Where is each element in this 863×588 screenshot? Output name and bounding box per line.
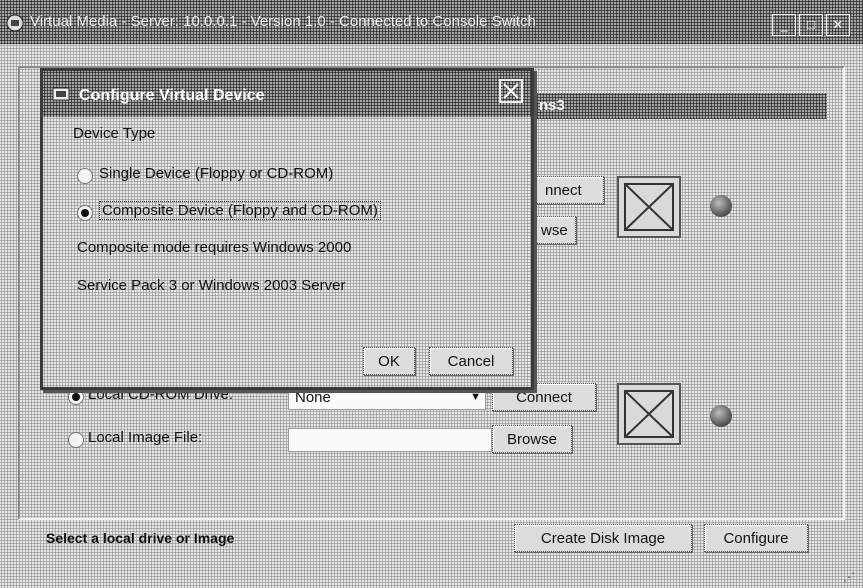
- main-titlebar[interactable]: Virtual Media - Server: 10.0.0.1 - Versi…: [0, 0, 863, 44]
- configure-virtual-device-dialog: Configure Virtual Device Device Type Sin…: [40, 68, 534, 390]
- bottom-led-icon: [710, 405, 732, 427]
- image-file-radio[interactable]: [68, 432, 84, 448]
- composite-device-label[interactable]: Composite Device (Floppy and CD-ROM): [99, 201, 381, 220]
- minimize-button[interactable]: _: [772, 14, 796, 36]
- cdrom-radio[interactable]: [68, 389, 84, 405]
- cdrom-selected-value: None: [295, 389, 331, 406]
- app-icon: [52, 87, 70, 101]
- composite-device-radio[interactable]: [77, 205, 93, 221]
- image-file-label: Local Image File:: [88, 429, 203, 446]
- create-disk-image-button[interactable]: Create Disk Image: [514, 524, 692, 552]
- ok-button[interactable]: OK: [363, 347, 415, 375]
- image-file-input[interactable]: [288, 428, 492, 452]
- panel-header: [527, 93, 827, 119]
- maximize-button[interactable]: □: [799, 14, 823, 36]
- top-drive-icon: [617, 176, 681, 238]
- main-window: Virtual Media - Server: 10.0.0.1 - Versi…: [0, 0, 863, 588]
- top-led-icon: [710, 195, 732, 217]
- cancel-button[interactable]: Cancel: [429, 347, 513, 375]
- bottom-browse-button[interactable]: Browse: [492, 425, 572, 453]
- device-type-group-label: Device Type: [73, 125, 156, 142]
- dialog-body: Device Type Single Device (Floppy or CD-…: [43, 117, 531, 387]
- close-icon[interactable]: [499, 79, 523, 103]
- window-title: Virtual Media - Server: 10.0.0.1 - Versi…: [30, 13, 536, 30]
- close-window-button[interactable]: ✕: [826, 14, 850, 36]
- note-line-1: Composite mode requires Windows 2000: [77, 239, 352, 256]
- resize-grip-icon[interactable]: ⋰: [843, 570, 857, 584]
- status-text: Select a local drive or Image: [46, 530, 235, 546]
- bottom-drive-icon: [617, 383, 681, 445]
- app-icon: [6, 14, 24, 32]
- dialog-title: Configure Virtual Device: [79, 87, 265, 104]
- single-device-radio[interactable]: [77, 168, 93, 184]
- dropdown-arrow-icon[interactable]: ▼: [470, 391, 481, 403]
- single-device-label[interactable]: Single Device (Floppy or CD-ROM): [99, 165, 333, 182]
- dialog-titlebar[interactable]: Configure Virtual Device: [43, 71, 531, 117]
- panel-header-text: ns3: [539, 97, 565, 114]
- configure-button[interactable]: Configure: [704, 524, 808, 552]
- note-line-2: Service Pack 3 or Windows 2003 Server: [77, 277, 346, 294]
